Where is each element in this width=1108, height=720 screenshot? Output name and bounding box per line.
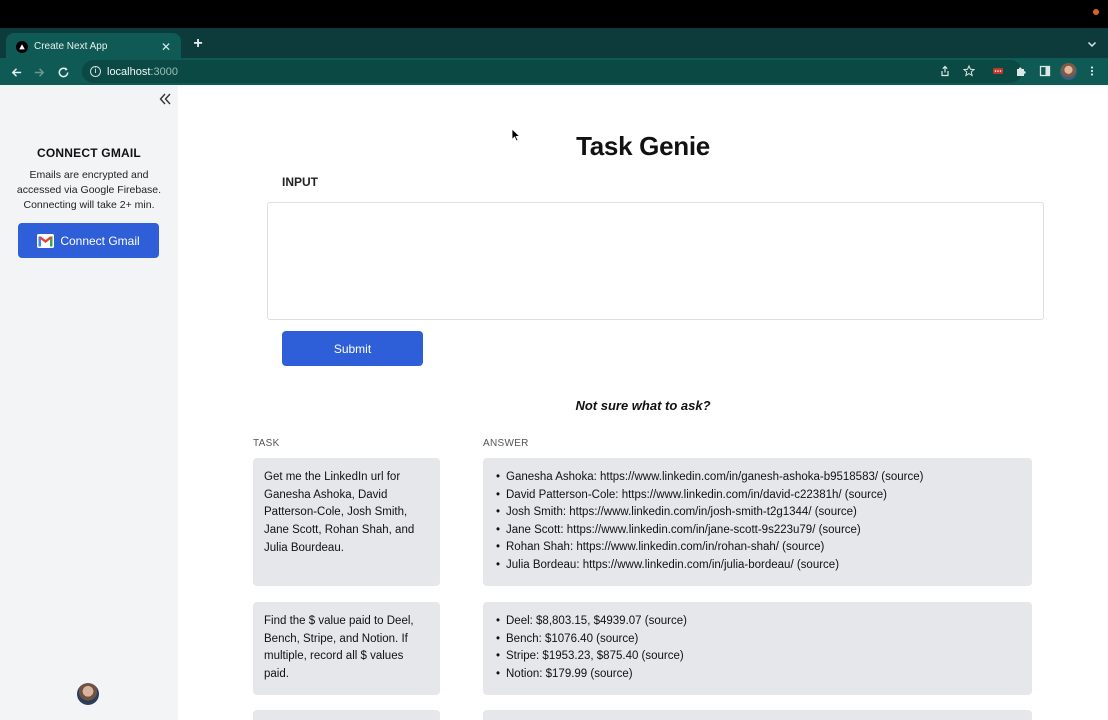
screen-top-bar: [0, 0, 1108, 28]
answer-item: David Patterson-Cole: https://www.linked…: [493, 487, 1020, 505]
answer-column-header: ANSWER: [483, 438, 529, 449]
back-arrow-icon[interactable]: [8, 64, 24, 80]
info-icon[interactable]: i: [90, 66, 101, 77]
answer-item: Bench: $1076.40 (source): [493, 631, 1020, 649]
example-task-card[interactable]: Find the $ value paid to Deel, Bench, St…: [253, 602, 440, 695]
answer-item: Rohan Shah: https://www.linkedin.com/in/…: [493, 539, 1020, 557]
tab-strip: Create Next App ✕: [0, 28, 1108, 60]
new-tab-plus-icon[interactable]: +: [190, 36, 206, 52]
browser-toolbar: i localhost:3000: [0, 58, 1108, 85]
extension-icon[interactable]: [991, 64, 1005, 78]
user-avatar[interactable]: [77, 683, 99, 705]
submit-button[interactable]: Submit: [282, 331, 423, 366]
browser-tab[interactable]: Create Next App ✕: [6, 33, 181, 60]
connect-gmail-description: Emails are encrypted and accessed via Go…: [16, 169, 162, 211]
nextjs-favicon-icon: [16, 40, 28, 53]
more-vert-icon[interactable]: [1085, 64, 1099, 78]
chevron-down-icon[interactable]: [1086, 38, 1098, 50]
double-chevron-left-icon[interactable]: [158, 92, 172, 106]
star-icon[interactable]: [962, 64, 976, 78]
gmail-icon: [37, 233, 55, 248]
answer-item: Ganesha Ashoka: https://www.linkedin.com…: [493, 469, 1020, 487]
connect-gmail-label: Connect Gmail: [60, 233, 140, 248]
puzzle-icon[interactable]: [1014, 64, 1028, 78]
example-task-card[interactable]: Get me the LinkedIn url for Ganesha Asho…: [253, 458, 440, 586]
reload-icon[interactable]: [55, 64, 71, 80]
page-title: Task Genie: [576, 131, 710, 161]
task-input[interactable]: [267, 202, 1044, 320]
answer-item: Josh Smith: https://www.linkedin.com/in/…: [493, 504, 1020, 522]
share-icon[interactable]: [938, 64, 952, 78]
connect-gmail-title: CONNECT GMAIL: [37, 146, 141, 160]
input-label: INPUT: [282, 175, 318, 189]
answer-item: Deel: $8,803.15, $4939.07 (source): [493, 613, 1020, 631]
tab-title: Create Next App: [34, 41, 108, 52]
url-port: :3000: [150, 65, 178, 78]
answer-list: Deel: $8,803.15, $4939.07 (source) Bench…: [493, 613, 1020, 683]
address-bar[interactable]: i localhost:3000: [82, 60, 1022, 83]
example-answer-card: Ganesha Ashoka: https://www.linkedin.com…: [483, 458, 1032, 586]
answer-item: Jane Scott: https://www.linkedin.com/in/…: [493, 522, 1020, 540]
forward-arrow-icon[interactable]: [31, 64, 47, 80]
answer-list: Ganesha Ashoka: https://www.linkedin.com…: [493, 469, 1020, 575]
browser-profile-avatar[interactable]: [1060, 63, 1077, 80]
url-host: localhost: [107, 65, 151, 78]
example-answer-card: Deel: $8,803.15, $4939.07 (source) Bench…: [483, 602, 1032, 695]
answer-item: Notion: $179.99 (source): [493, 666, 1020, 684]
answer-item: Julia Bordeau: https://www.linkedin.com/…: [493, 557, 1020, 575]
example-hint: Not sure what to ask?: [575, 398, 711, 413]
connect-gmail-button[interactable]: Connect Gmail: [18, 223, 159, 258]
answer-item: Stripe: $1953.23, $875.40 (source): [493, 648, 1020, 666]
recording-indicator: [1093, 9, 1099, 15]
example-task-card[interactable]: [253, 710, 440, 720]
sidepanel-icon[interactable]: [1038, 64, 1052, 78]
task-column-header: TASK: [253, 438, 280, 449]
close-icon[interactable]: ✕: [159, 40, 173, 54]
example-answer-card: [483, 710, 1032, 720]
